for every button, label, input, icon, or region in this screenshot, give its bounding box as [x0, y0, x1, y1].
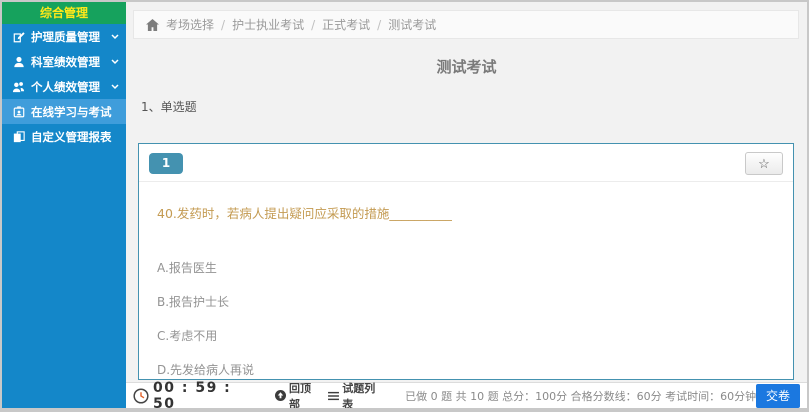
back-to-top-button[interactable]: 回顶部	[275, 380, 316, 409]
submit-button[interactable]: 交卷	[756, 384, 800, 408]
chevron-down-icon	[111, 59, 119, 65]
sidebar-item-label: 护理质量管理	[31, 29, 100, 45]
chevron-down-icon	[111, 34, 119, 40]
list-icon	[328, 391, 339, 401]
breadcrumb-item-formal-exam[interactable]: 正式考试	[322, 16, 370, 33]
favorite-button[interactable]: ☆	[745, 152, 783, 175]
answer-option-c[interactable]: C.考虑不用	[157, 327, 775, 344]
back-to-top-label: 回顶部	[289, 380, 316, 409]
star-icon: ☆	[758, 156, 770, 171]
sidebar-item-nursing-quality[interactable]: 护理质量管理	[2, 24, 126, 49]
answer-option-b[interactable]: B.报告护士长	[157, 293, 775, 310]
breadcrumb-separator: /	[221, 18, 225, 32]
section-label: 1、单选题	[141, 98, 807, 115]
sidebar-item-label: 科室绩效管理	[31, 54, 100, 70]
sidebar-item-personal-performance[interactable]: 个人绩效管理	[2, 74, 126, 99]
users-icon	[12, 81, 25, 93]
breadcrumb-item-exam-room[interactable]: 考场选择	[166, 16, 214, 33]
question-list-label: 试题列表	[342, 380, 379, 409]
answer-options: A.报告医生 B.报告护士长 C.考虑不用 D.先发给病人再说 E.重新核对，确…	[157, 259, 775, 380]
question-number-badge[interactable]: 1	[149, 153, 183, 174]
sidebar-item-label: 个人绩效管理	[31, 79, 100, 95]
breadcrumb-item-nurse-exam[interactable]: 护士执业考试	[232, 16, 304, 33]
question-card: 1 ☆ 40.发药时，若病人提出疑问应采取的措施__________ A.报告医…	[138, 143, 794, 380]
breadcrumb-separator: /	[377, 18, 381, 32]
answer-option-d[interactable]: D.先发给病人再说	[157, 361, 775, 378]
breadcrumb: 考场选择 / 护士执业考试 / 正式考试 / 测试考试	[133, 10, 799, 39]
sidebar-item-label: 在线学习与考试	[31, 104, 112, 120]
sidebar-item-online-learning-exam[interactable]: 在线学习与考试	[2, 99, 126, 124]
home-icon[interactable]	[146, 19, 159, 31]
exam-stats: 已做 0 题 共 10 题 总分：100分 合格分数线：60分 考试时间：60分…	[405, 388, 756, 404]
report-icon	[12, 131, 25, 143]
question-list-button[interactable]: 试题列表	[328, 380, 379, 409]
exam-footer: 00 : 59 : 50 回顶部 试题列表 已做 0 题 共 10 题 总分：1…	[126, 382, 807, 408]
sidebar-item-label: 自定义管理报表	[31, 129, 112, 145]
page-title: 测试考试	[126, 56, 807, 77]
question-text: 40.发药时，若病人提出疑问应采取的措施__________	[157, 203, 775, 222]
breadcrumb-separator: /	[311, 18, 315, 32]
sidebar-item-dept-performance[interactable]: 科室绩效管理	[2, 49, 126, 74]
answer-option-a[interactable]: A.报告医生	[157, 259, 775, 276]
chevron-down-icon	[111, 84, 119, 90]
exam-app: 综合管理 护理质量管理 科室绩效管理	[0, 0, 809, 412]
edit-icon	[12, 31, 25, 43]
breadcrumb-item-test-exam[interactable]: 测试考试	[388, 16, 436, 33]
arrow-up-circle-icon	[275, 390, 286, 401]
sidebar-title: 综合管理	[2, 2, 126, 24]
timer: 00 : 59 : 50	[153, 380, 247, 409]
user-icon	[12, 56, 25, 68]
sidebar-menu: 护理质量管理 科室绩效管理 个人绩效管理	[2, 24, 126, 149]
id-badge-icon	[12, 106, 25, 118]
clock-icon	[133, 388, 149, 404]
main-content: 考场选择 / 护士执业考试 / 正式考试 / 测试考试 测试考试 1、单选题 1…	[126, 2, 807, 408]
question-card-header: 1 ☆	[139, 144, 793, 182]
sidebar-item-custom-reports[interactable]: 自定义管理报表	[2, 124, 126, 149]
sidebar: 综合管理 护理质量管理 科室绩效管理	[2, 2, 126, 408]
